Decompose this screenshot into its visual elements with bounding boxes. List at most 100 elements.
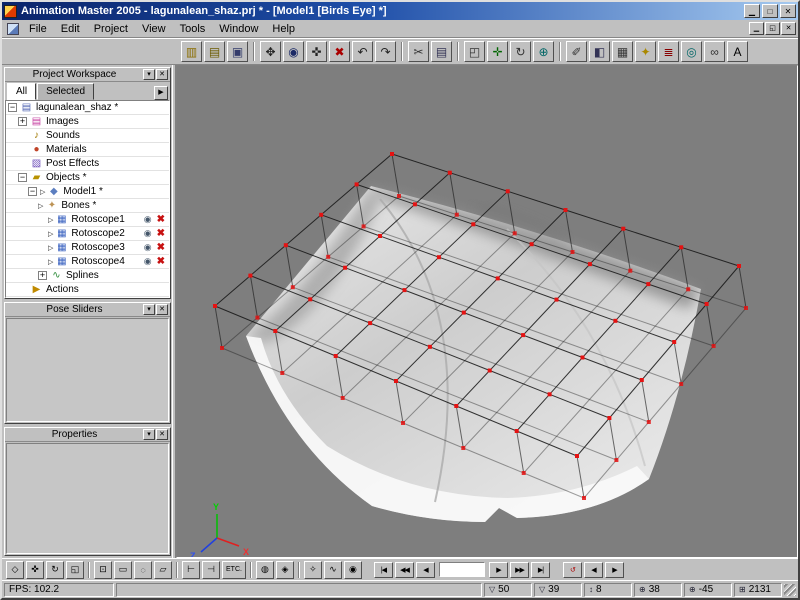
delete-button[interactable]: ✖ [329, 41, 350, 62]
next-key-button[interactable]: ▶▶ [509, 561, 529, 578]
control-point[interactable] [461, 310, 466, 315]
menu-help[interactable]: Help [265, 21, 302, 37]
control-point[interactable] [514, 429, 519, 433]
tree-arrow-expander[interactable]: ▷ [48, 216, 53, 224]
control-point[interactable] [283, 243, 288, 248]
translate-mode-button[interactable]: ✜ [26, 560, 44, 579]
zoom-button[interactable]: ◉ [283, 41, 304, 62]
control-point[interactable] [454, 404, 459, 408]
control-point[interactable] [427, 344, 432, 349]
control-point[interactable] [646, 282, 651, 287]
control-point[interactable] [554, 297, 559, 302]
disable-x-icon[interactable]: ✖ [157, 214, 165, 225]
control-point[interactable] [397, 194, 401, 198]
control-point[interactable] [461, 446, 466, 450]
control-point[interactable] [582, 496, 586, 500]
tree-row-post-effects[interactable]: ▨ Post Effects [6, 157, 169, 171]
frame-number-input[interactable] [438, 562, 485, 577]
menu-tools[interactable]: Tools [173, 21, 213, 37]
hide-button[interactable]: ◍ [255, 560, 274, 579]
control-point[interactable] [711, 344, 716, 348]
minimize-button[interactable]: ▁ [744, 4, 760, 18]
control-point[interactable] [412, 202, 417, 207]
close-button[interactable]: ✕ [780, 4, 796, 18]
loop-button[interactable]: ↺ [562, 561, 582, 578]
control-point[interactable] [613, 318, 618, 323]
redo-button[interactable]: ↷ [375, 41, 396, 62]
save-project-button[interactable]: ▣ [227, 41, 248, 62]
control-point[interactable] [308, 297, 313, 302]
control-point[interactable] [333, 354, 338, 358]
pose-rollup-button[interactable]: ▾ [143, 304, 155, 315]
rotate-manipulator-button[interactable]: ↻ [510, 41, 531, 62]
tree-arrow-expander[interactable]: ▷ [38, 202, 43, 210]
tree-expander[interactable]: − [28, 187, 37, 196]
tab-selected[interactable]: Selected [37, 83, 95, 100]
control-point[interactable] [614, 458, 619, 462]
control-point[interactable] [529, 242, 534, 247]
cut-button[interactable]: ✂ [408, 41, 429, 62]
maximize-button[interactable]: □ [762, 4, 778, 18]
standard-mode-button[interactable]: ◇ [6, 560, 24, 579]
model-window-icon[interactable] [7, 22, 19, 35]
control-point[interactable] [679, 245, 684, 250]
font-button[interactable]: A [727, 41, 748, 62]
menu-file[interactable]: File [22, 21, 54, 37]
control-point[interactable] [521, 333, 526, 338]
workspace-rollup-button[interactable]: ▾ [143, 69, 155, 80]
control-point[interactable] [679, 382, 684, 386]
mdi-restore-button[interactable]: ◱ [765, 22, 780, 35]
tree-expander[interactable]: + [38, 271, 47, 280]
control-point[interactable] [628, 268, 633, 273]
control-point[interactable] [487, 368, 492, 373]
control-point[interactable] [213, 304, 217, 308]
globe-button[interactable]: ⊕ [533, 41, 554, 62]
pose-close-button[interactable]: ✕ [156, 304, 168, 315]
control-point[interactable] [621, 226, 626, 231]
next-frame-button[interactable]: ▶ [488, 561, 508, 578]
control-point[interactable] [402, 288, 407, 293]
tree-arrow-expander[interactable]: ▷ [48, 230, 53, 238]
tree-row-lagunalean-shaz[interactable]: − ▤ lagunalean_shaz * [6, 101, 169, 115]
disable-x-icon[interactable]: ✖ [157, 242, 165, 253]
control-point[interactable] [521, 471, 526, 475]
control-point[interactable] [744, 306, 748, 310]
control-point[interactable] [563, 208, 568, 212]
muscle-mode-button[interactable]: ∿ [323, 560, 342, 579]
tree-row-rotoscope4[interactable]: ▷ ▦ Rotoscope4 ◉ ✖ [6, 255, 169, 269]
control-point[interactable] [248, 273, 253, 278]
tree-arrow-expander[interactable]: ▷ [40, 188, 45, 196]
step-forward-button[interactable]: ▶ [604, 561, 624, 578]
control-point[interactable] [547, 392, 552, 397]
control-point[interactable] [290, 285, 295, 290]
visibility-eye-icon[interactable]: ◉ [144, 256, 152, 267]
point-select-button[interactable]: ⊡ [94, 560, 112, 579]
skin-button[interactable]: ◉ [343, 560, 362, 579]
control-point[interactable] [471, 222, 476, 227]
link-button[interactable]: ∞ [704, 41, 725, 62]
menu-window[interactable]: Window [212, 21, 265, 37]
tree-row-materials[interactable]: ● Materials [6, 143, 169, 157]
undo-button[interactable]: ↶ [352, 41, 373, 62]
control-point[interactable] [447, 170, 452, 175]
mirror-mode-button[interactable]: ◧ [589, 41, 610, 62]
tree-row-rotoscope1[interactable]: ▷ ▦ Rotoscope1 ◉ ✖ [6, 213, 169, 227]
menu-view[interactable]: View [135, 21, 173, 37]
control-point[interactable] [454, 212, 459, 217]
control-point[interactable] [394, 379, 398, 383]
tree-row-sounds[interactable]: ♪ Sounds [6, 129, 169, 143]
grid-button[interactable]: ▦ [612, 41, 633, 62]
control-point[interactable] [319, 212, 324, 217]
control-point[interactable] [273, 329, 278, 333]
group-select-button[interactable]: ▭ [114, 560, 132, 579]
control-point[interactable] [354, 182, 359, 187]
visibility-eye-icon[interactable]: ◉ [144, 228, 152, 239]
control-point[interactable] [368, 321, 373, 326]
tree-row-images[interactable]: + ▤ Images [6, 115, 169, 129]
control-point[interactable] [495, 276, 500, 281]
translate-manipulator-button[interactable]: ✛ [487, 41, 508, 62]
prev-key-button[interactable]: ◀◀ [394, 561, 414, 578]
disable-x-icon[interactable]: ✖ [157, 256, 165, 267]
visibility-eye-icon[interactable]: ◉ [144, 214, 152, 225]
control-point[interactable] [255, 315, 260, 320]
